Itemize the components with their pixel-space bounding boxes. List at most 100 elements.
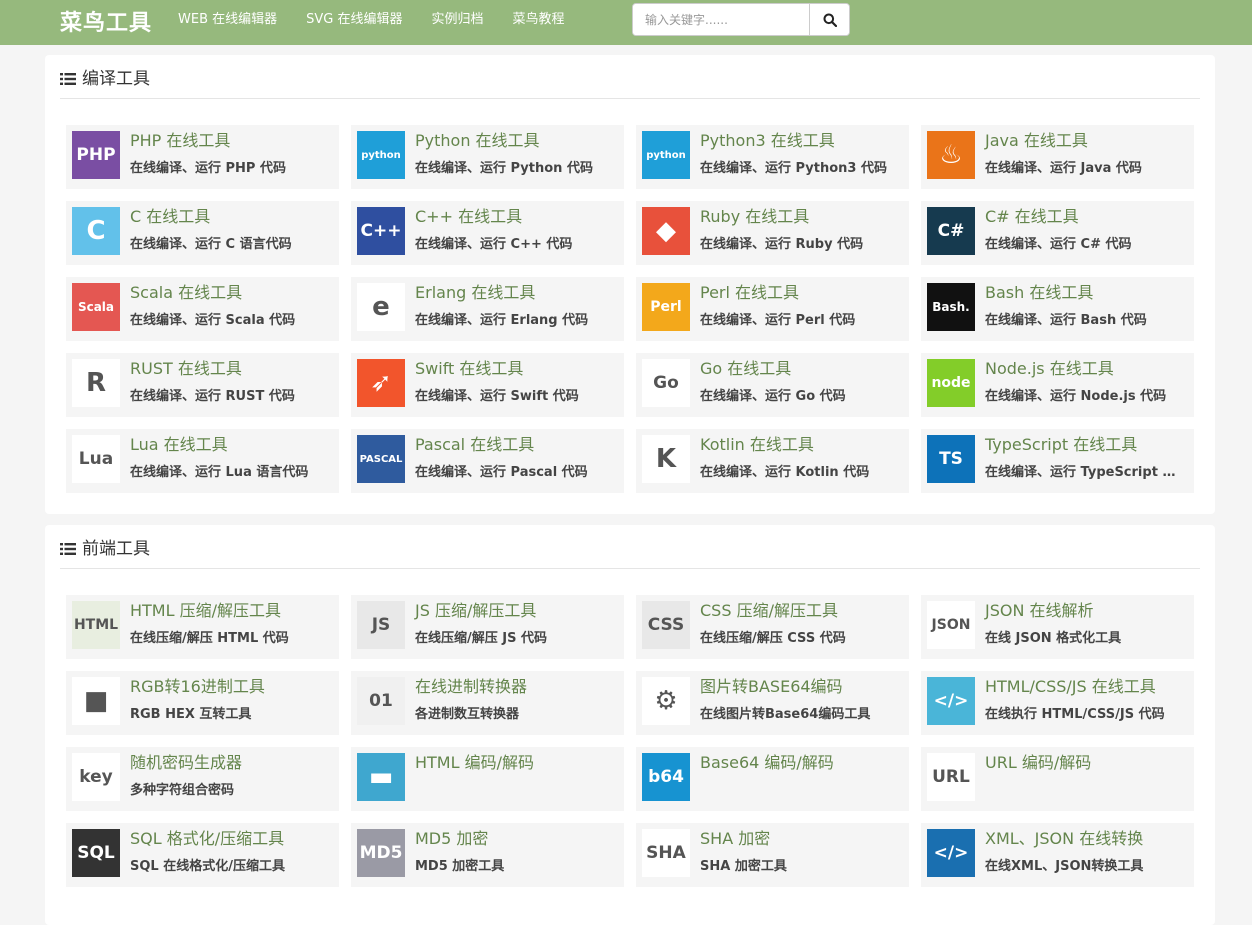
tool-title[interactable]: Scala 在线工具 bbox=[130, 282, 242, 304]
tool-card[interactable]: JSON JSON 在线解析在线 JSON 格式化工具 bbox=[921, 595, 1194, 659]
tool-card[interactable]: MD5 MD5 加密 MD5 加密工具 bbox=[351, 823, 624, 887]
tool-card[interactable]: Go Go 在线工具 在线编译、运行 Go 代码 bbox=[636, 353, 909, 417]
tool-title[interactable]: PHP 在线工具 bbox=[130, 130, 230, 152]
tool-card[interactable]: e Erlang 在线工具 在线编译、运行 Erlang 代码 bbox=[351, 277, 624, 341]
tool-title[interactable]: RGB转16进制工具 bbox=[130, 676, 265, 698]
tool-card[interactable]: SQL SQL 格式化/压缩工具 SQL 在线格式化/压缩工具 bbox=[66, 823, 339, 887]
tool-title[interactable]: TypeScript 在线工具 bbox=[985, 434, 1137, 456]
tool-description: 在线编译、运行 Go 代码 bbox=[700, 389, 846, 404]
tool-title[interactable]: SQL 格式化/压缩工具 bbox=[130, 828, 284, 850]
tool-card[interactable]: PHP PHP 在线工具 在线编译、运行 PHP 代码 bbox=[66, 125, 339, 189]
tool-card[interactable]: python Python 在线工具 在线编译、运行 Python 代码 bbox=[351, 125, 624, 189]
typescript-icon: TS bbox=[927, 435, 975, 483]
nav-link-examples[interactable]: 实例归档 bbox=[431, 11, 483, 29]
tool-card[interactable]: SHA SHA 加密 SHA 加密工具 bbox=[636, 823, 909, 887]
tool-title[interactable]: Base64 编码/解码 bbox=[700, 752, 834, 774]
tool-title[interactable]: Kotlin 在线工具 bbox=[700, 434, 814, 456]
tool-title[interactable]: Ruby 在线工具 bbox=[700, 206, 809, 228]
tool-title[interactable]: Python 在线工具 bbox=[415, 130, 540, 152]
brand-logo[interactable]: 菜鸟工具 bbox=[60, 5, 152, 37]
tool-title[interactable]: 在线进制转换器 bbox=[415, 676, 527, 698]
tool-title[interactable]: HTML 压缩/解压工具 bbox=[130, 600, 281, 622]
tool-title[interactable]: HTML/CSS/JS 在线工具 bbox=[985, 676, 1156, 698]
tool-description: 在线压缩/解压 CSS 代码 bbox=[700, 631, 846, 646]
tool-card[interactable]: key 随机密码生成器 多种字符组合密码 bbox=[66, 747, 339, 811]
search-input[interactable] bbox=[633, 4, 809, 35]
tool-card[interactable]: Bash. Bash 在线工具 在线编译、运行 Bash 代码 bbox=[921, 277, 1194, 341]
rgb-cubes-icon: ■ bbox=[72, 677, 120, 725]
ruby-icon: ◆ bbox=[642, 207, 690, 255]
panel-header: 前端工具 bbox=[60, 538, 1200, 569]
nav-link-web-editor[interactable]: WEB 在线编辑器 bbox=[178, 11, 277, 29]
sha-database-key-icon: SHA bbox=[642, 829, 690, 877]
base64-gears-icon: ⚙ bbox=[642, 677, 690, 725]
tool-card[interactable]: PASCAL Pascal 在线工具 在线编译、运行 Pascal 代码 bbox=[351, 429, 624, 493]
tool-description: 在线编译、运行 Python 代码 bbox=[415, 161, 593, 176]
tool-card[interactable]: </> HTML/CSS/JS 在线工具 在线执行 HTML/CSS/JS 代码 bbox=[921, 671, 1194, 735]
tool-title[interactable]: Node.js 在线工具 bbox=[985, 358, 1114, 380]
tool-card[interactable]: C C 在线工具 在线编译、运行 C 语言代码 bbox=[66, 201, 339, 265]
tool-card[interactable]: CSS CSS 压缩/解压工具 在线压缩/解压 CSS 代码 bbox=[636, 595, 909, 659]
tool-title[interactable]: C++ 在线工具 bbox=[415, 206, 522, 228]
tool-card[interactable]: Scala Scala 在线工具 在线编译、运行 Scala 代码 bbox=[66, 277, 339, 341]
tool-card[interactable]: ⚙ 图片转BASE64编码 在线图片转Base64编码工具 bbox=[636, 671, 909, 735]
nav-link-tutorial[interactable]: 菜鸟教程 bbox=[513, 11, 565, 29]
tool-description: 在线 JSON 格式化工具 bbox=[985, 631, 1122, 646]
tool-description: RGB HEX 互转工具 bbox=[130, 707, 252, 722]
cpp-icon: C++ bbox=[357, 207, 405, 255]
tool-card[interactable]: C# C# 在线工具 在线编译、运行 C# 代码 bbox=[921, 201, 1194, 265]
tool-title[interactable]: XML、JSON 在线转换 bbox=[985, 828, 1143, 850]
bash-icon: Bash. bbox=[927, 283, 975, 331]
tool-title[interactable]: HTML 编码/解码 bbox=[415, 752, 534, 774]
tool-title[interactable]: Perl 在线工具 bbox=[700, 282, 799, 304]
scala-icon: Scala bbox=[72, 283, 120, 331]
search-button[interactable] bbox=[809, 4, 849, 35]
tool-description: 在线编译、运行 Perl 代码 bbox=[700, 313, 856, 328]
tool-title[interactable]: Pascal 在线工具 bbox=[415, 434, 534, 456]
tool-card[interactable]: URL URL 编码/解码 bbox=[921, 747, 1194, 811]
nav-link-svg-editor[interactable]: SVG 在线编辑器 bbox=[306, 11, 402, 29]
tool-card[interactable]: K Kotlin 在线工具 在线编译、运行 Kotlin 代码 bbox=[636, 429, 909, 493]
tool-card[interactable]: b64 Base64 编码/解码 bbox=[636, 747, 909, 811]
tool-description: 在线压缩/解压 JS 代码 bbox=[415, 631, 547, 646]
tool-card[interactable]: TS TypeScript 在线工具 在线编译、运行 TypeScript 代码 bbox=[921, 429, 1194, 493]
tool-title[interactable]: C 在线工具 bbox=[130, 206, 210, 228]
tool-card[interactable]: ■ RGB转16进制工具 RGB HEX 互转工具 bbox=[66, 671, 339, 735]
tool-title[interactable]: SHA 加密 bbox=[700, 828, 770, 850]
pascal-icon: PASCAL bbox=[357, 435, 405, 483]
tool-title[interactable]: MD5 加密 bbox=[415, 828, 488, 850]
tool-card[interactable]: Lua Lua 在线工具 在线编译、运行 Lua 语言代码 bbox=[66, 429, 339, 493]
tool-title[interactable]: JS 压缩/解压工具 bbox=[415, 600, 536, 622]
tool-card[interactable]: node Node.js 在线工具 在线编译、运行 Node.js 代码 bbox=[921, 353, 1194, 417]
tool-card[interactable]: python Python3 在线工具 在线编译、运行 Python3 代码 bbox=[636, 125, 909, 189]
tool-card[interactable]: 01 在线进制转换器 各进制数互转换器 bbox=[351, 671, 624, 735]
tool-card[interactable]: ◆ Ruby 在线工具在线编译、运行 Ruby 代码 bbox=[636, 201, 909, 265]
tool-card[interactable]: R RUST 在线工具 在线编译、运行 RUST 代码 bbox=[66, 353, 339, 417]
tool-card[interactable]: ♨ Java 在线工具 在线编译、运行 Java 代码 bbox=[921, 125, 1194, 189]
tool-title[interactable]: C# 在线工具 bbox=[985, 206, 1079, 228]
tool-description: 在线编译、运行 Ruby 代码 bbox=[700, 237, 864, 252]
tool-card[interactable]: ➶ Swift 在线工具 在线编译、运行 Swift 代码 bbox=[351, 353, 624, 417]
tool-title[interactable]: 图片转BASE64编码 bbox=[700, 676, 843, 698]
rust-icon: R bbox=[72, 359, 120, 407]
tool-card[interactable]: ▬ HTML 编码/解码 bbox=[351, 747, 624, 811]
tool-title[interactable]: JSON 在线解析 bbox=[985, 600, 1094, 622]
tool-card[interactable]: </> XML、JSON 在线转换 在线XML、JSON转换工具 bbox=[921, 823, 1194, 887]
tool-title[interactable]: URL 编码/解码 bbox=[985, 752, 1091, 774]
tool-title[interactable]: Go 在线工具 bbox=[700, 358, 791, 380]
tool-title[interactable]: Lua 在线工具 bbox=[130, 434, 228, 456]
tool-title[interactable]: RUST 在线工具 bbox=[130, 358, 242, 380]
tool-title[interactable]: Bash 在线工具 bbox=[985, 282, 1093, 304]
section-title: 编译工具 bbox=[82, 69, 150, 89]
tool-title[interactable]: 随机密码生成器 bbox=[130, 752, 242, 774]
tool-title[interactable]: Java 在线工具 bbox=[985, 130, 1088, 152]
tool-card[interactable]: Perl Perl 在线工具 在线编译、运行 Perl 代码 bbox=[636, 277, 909, 341]
tool-card[interactable]: HTML HTML 压缩/解压工具 在线压缩/解压 HTML 代码 bbox=[66, 595, 339, 659]
tool-card[interactable]: JS JS 压缩/解压工具 在线压缩/解压 JS 代码 bbox=[351, 595, 624, 659]
tool-title[interactable]: Erlang 在线工具 bbox=[415, 282, 535, 304]
json-gear-icon: JSON bbox=[927, 601, 975, 649]
tool-title[interactable]: Swift 在线工具 bbox=[415, 358, 523, 380]
tool-card[interactable]: C++ C++ 在线工具 在线编译、运行 C++ 代码 bbox=[351, 201, 624, 265]
tool-title[interactable]: Python3 在线工具 bbox=[700, 130, 835, 152]
tool-title[interactable]: CSS 压缩/解压工具 bbox=[700, 600, 838, 622]
